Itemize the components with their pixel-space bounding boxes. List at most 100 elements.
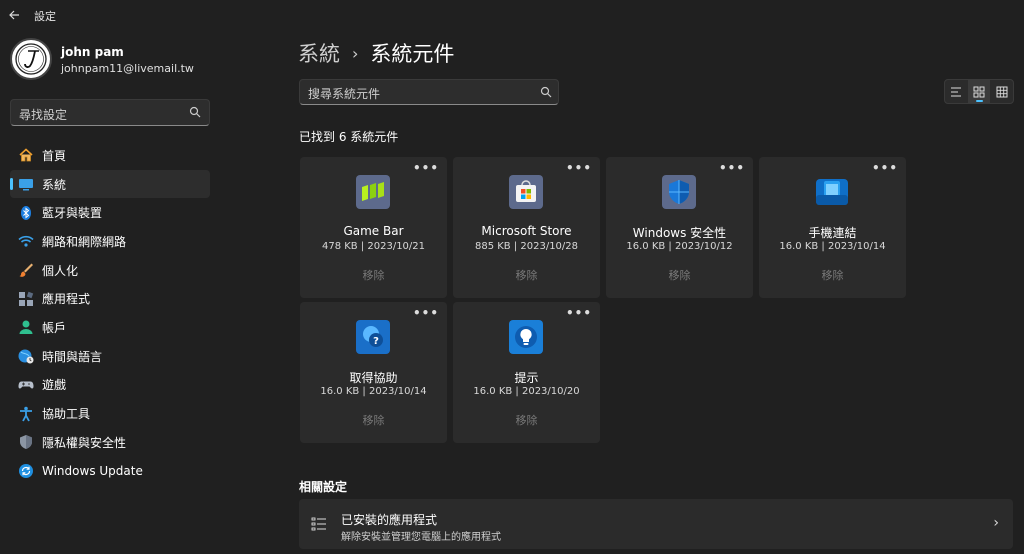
sidebar-item-label: 網路和網際網路	[42, 234, 127, 249]
breadcrumb: 系統 › 系統元件	[298, 38, 454, 68]
component-name: Microsoft Store	[481, 224, 572, 238]
chevron-right-icon: ›	[993, 515, 999, 531]
component-search-input[interactable]: 搜尋系統元件	[299, 79, 559, 105]
component-name: 提示	[514, 371, 539, 385]
sidebar-item-label: Windows Update	[42, 463, 143, 478]
microsoft-store-icon	[509, 175, 543, 209]
component-card-phone-link[interactable]: ••• 手機連結 16.0 KB | 2023/10/14 移除	[759, 157, 906, 298]
sidebar-item-label: 首頁	[42, 148, 67, 163]
sidebar-item-label: 帳戶	[42, 320, 67, 335]
component-card-tips[interactable]: ••• 提示 16.0 KB | 2023/10/20 移除	[453, 302, 600, 443]
game-bar-icon	[356, 175, 390, 209]
component-size-date: 16.0 KB | 2023/10/12	[626, 241, 733, 252]
component-size-date: 478 KB | 2023/10/21	[321, 241, 426, 252]
back-arrow-icon	[9, 10, 19, 20]
more-options-button[interactable]: •••	[413, 161, 439, 175]
bluetooth-icon	[18, 205, 34, 221]
component-name: Windows 安全性	[632, 226, 727, 240]
title-bar: 設定	[0, 0, 1024, 30]
sidebar-item-privacy[interactable]: 隱私權與安全性	[10, 428, 210, 457]
avatar[interactable]	[10, 38, 52, 80]
sidebar-nav: 首頁 系統 藍牙與裝置 網路和網際網路 個人化 應用程式 帳戶 時間與語言 遊戲…	[10, 141, 210, 485]
more-options-button[interactable]: •••	[719, 161, 745, 175]
remove-button[interactable]: 移除	[453, 267, 600, 283]
list-view-button[interactable]	[945, 80, 968, 103]
sidebar-item-label: 系統	[42, 177, 67, 192]
more-options-button[interactable]: •••	[566, 306, 592, 320]
settings-search-placeholder: 尋找設定	[19, 108, 68, 122]
sidebar-item-label: 時間與語言	[42, 349, 103, 364]
time-language-icon	[18, 348, 34, 364]
sidebar-item-accounts[interactable]: 帳戶	[10, 313, 210, 342]
user-name: john pam	[61, 45, 124, 59]
sidebar-item-bluetooth[interactable]: 藍牙與裝置	[10, 198, 210, 227]
more-options-button[interactable]: •••	[872, 161, 898, 175]
sidebar-item-home[interactable]: 首頁	[10, 141, 210, 170]
remove-button[interactable]: 移除	[300, 412, 447, 428]
windows-security-icon	[662, 175, 696, 209]
sidebar-item-system[interactable]: 系統	[10, 169, 210, 199]
apps-icon	[18, 291, 34, 307]
tile-view-button[interactable]	[967, 80, 991, 103]
sidebar-item-label: 隱私權與安全性	[42, 435, 127, 450]
more-options-button[interactable]: •••	[566, 161, 592, 175]
component-card-game-bar[interactable]: ••• Game Bar 478 KB | 2023/10/21 移除	[300, 157, 447, 298]
sidebar-item-label: 協助工具	[42, 407, 91, 422]
windows-update-icon	[18, 463, 34, 479]
installed-apps-subtitle: 解除安裝並管理您電腦上的應用程式	[341, 532, 501, 543]
sidebar-item-accessibility[interactable]: 協助工具	[10, 399, 210, 428]
grid-view-icon	[996, 86, 1008, 97]
user-email: johnpam11@livemail.tw	[61, 62, 194, 75]
component-card-get-help[interactable]: ••• ? 取得協助 16.0 KB | 2023/10/14 移除	[300, 302, 447, 443]
component-card-windows-security[interactable]: ••• Windows 安全性 16.0 KB | 2023/10/12 移除	[606, 157, 753, 298]
sidebar-item-label: 藍牙與裝置	[42, 206, 103, 221]
breadcrumb-parent-link[interactable]: 系統	[298, 38, 340, 68]
results-count: 已找到 6 系統元件	[299, 130, 399, 144]
home-icon	[18, 147, 34, 163]
component-size-date: 16.0 KB | 2023/10/20	[473, 386, 580, 397]
brush-icon	[18, 262, 34, 278]
component-size-date: 885 KB | 2023/10/28	[474, 241, 579, 252]
accessibility-icon	[18, 406, 34, 422]
component-name: 手機連結	[808, 226, 857, 240]
sidebar-item-windows-update[interactable]: Windows Update	[10, 457, 210, 486]
sidebar-item-apps[interactable]: 應用程式	[10, 284, 210, 313]
tips-icon	[509, 320, 543, 354]
page-title: 系統元件	[370, 42, 455, 66]
list-view-icon	[951, 86, 962, 97]
back-button[interactable]	[8, 6, 24, 24]
component-size-date: 16.0 KB | 2023/10/14	[320, 386, 427, 397]
shield-icon	[18, 434, 34, 450]
remove-button[interactable]: 移除	[606, 267, 753, 283]
app-title: 設定	[34, 10, 56, 23]
sidebar-item-time-language[interactable]: 時間與語言	[10, 342, 210, 371]
remove-button[interactable]: 移除	[453, 412, 600, 428]
remove-button[interactable]: 移除	[759, 267, 906, 283]
installed-apps-title: 已安裝的應用程式	[341, 513, 438, 527]
system-icon	[18, 176, 34, 192]
more-options-button[interactable]: •••	[413, 306, 439, 320]
sidebar-item-label: 個人化	[42, 263, 79, 278]
sidebar-item-network[interactable]: 網路和網際網路	[10, 227, 210, 256]
app-list-icon	[311, 517, 326, 531]
grid-view-button[interactable]	[990, 80, 1013, 103]
sidebar-item-personalization[interactable]: 個人化	[10, 256, 210, 285]
search-icon[interactable]	[540, 86, 552, 98]
settings-search-input[interactable]: 尋找設定	[10, 99, 210, 126]
search-icon[interactable]	[189, 106, 201, 118]
component-search-placeholder: 搜尋系統元件	[308, 87, 381, 101]
component-card-microsoft-store[interactable]: ••• Microsoft Store 885 KB | 2023/10/28 …	[453, 157, 600, 298]
breadcrumb-separator: ›	[352, 43, 359, 63]
wifi-icon	[18, 233, 34, 249]
get-help-icon: ?	[356, 320, 390, 354]
avatar-monogram-icon	[15, 43, 47, 75]
svg-text:?: ?	[373, 336, 379, 347]
component-name: 取得協助	[349, 371, 398, 385]
installed-apps-link[interactable]: 已安裝的應用程式 解除安裝並管理您電腦上的應用程式 ›	[299, 499, 1013, 549]
account-icon	[18, 319, 34, 335]
sidebar-item-label: 遊戲	[42, 378, 67, 393]
related-settings-heading: 相關設定	[299, 480, 348, 494]
sidebar-item-gaming[interactable]: 遊戲	[10, 371, 210, 400]
sidebar-item-label: 應用程式	[42, 292, 91, 307]
remove-button[interactable]: 移除	[300, 267, 447, 283]
